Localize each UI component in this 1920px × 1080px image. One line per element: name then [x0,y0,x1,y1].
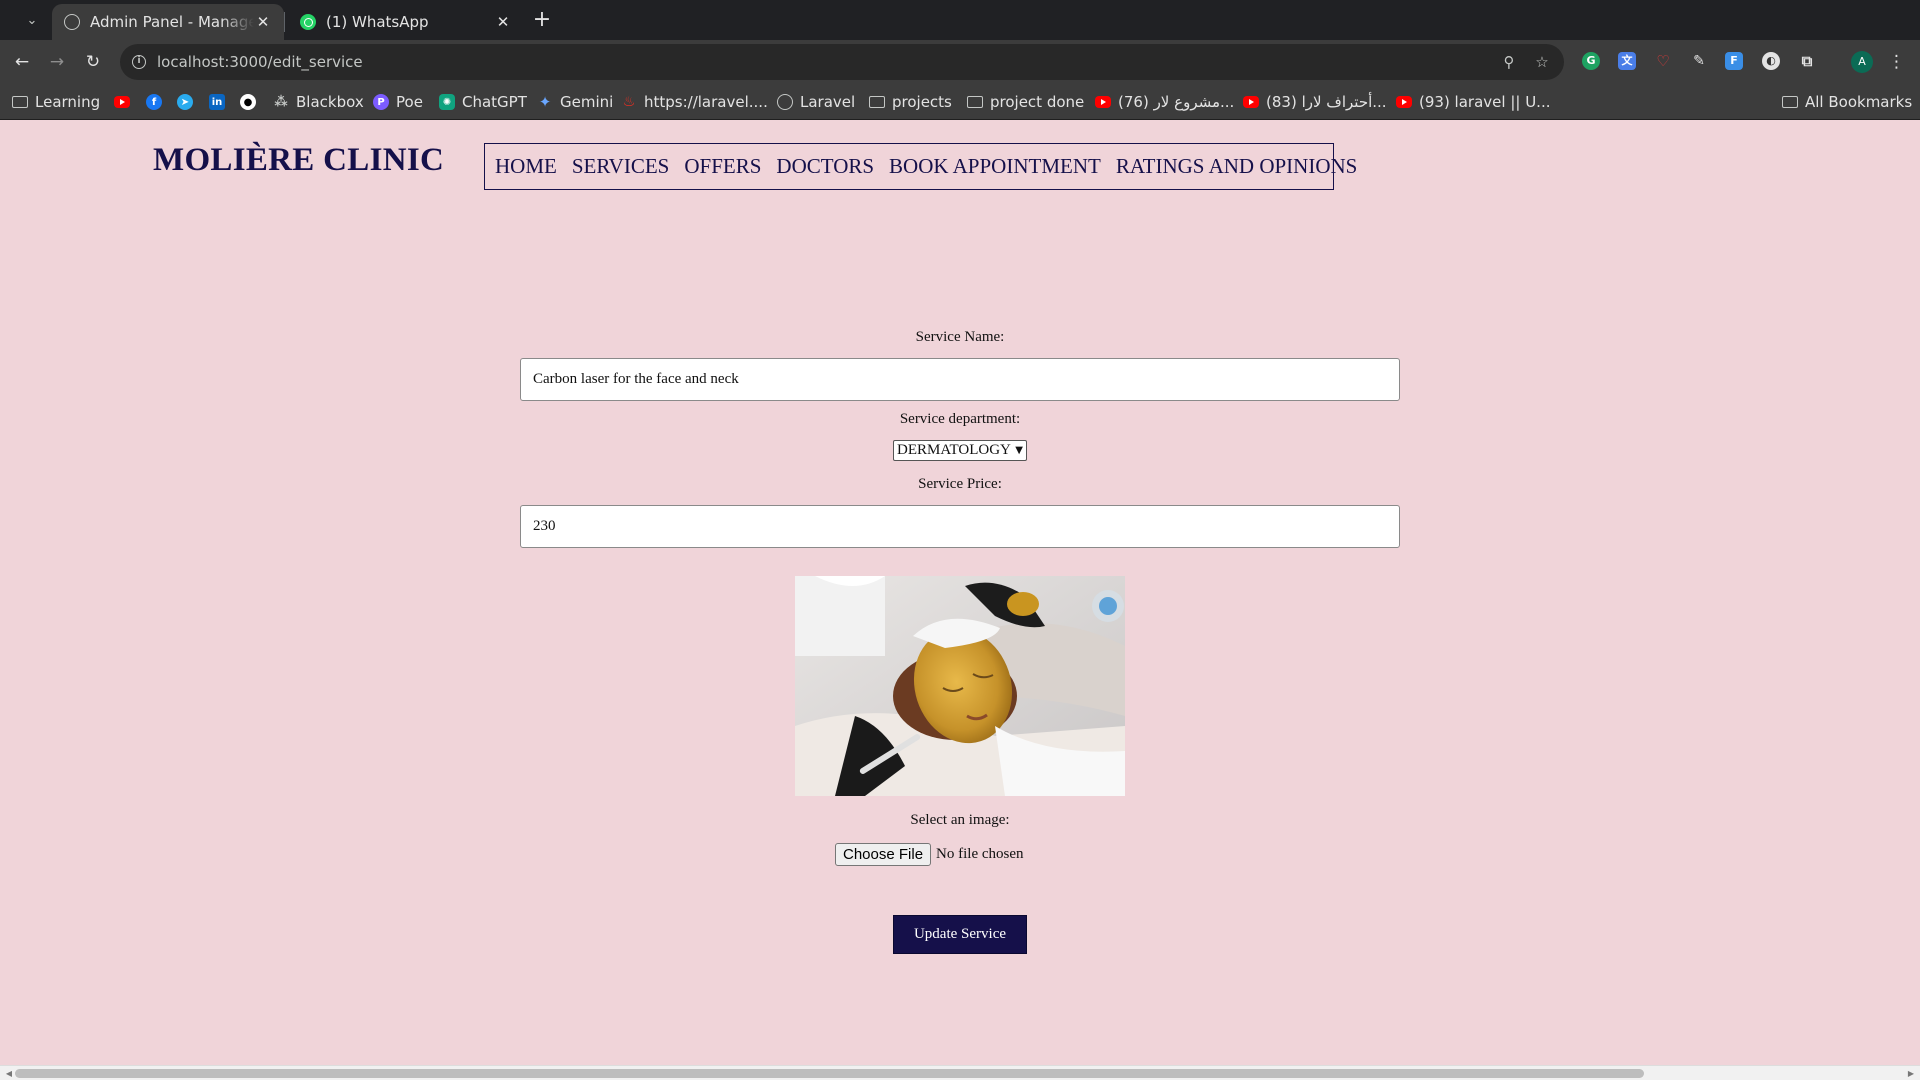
url-text[interactable]: localhost:3000/edit_service [157,53,363,71]
tab-title: Admin Panel - Manage Se [90,13,254,31]
bookmark-project-done[interactable]: project done [967,84,1084,120]
folder-icon [967,96,983,108]
youtube-icon [114,96,130,108]
bookmark-star-icon[interactable]: ☆ [1532,52,1552,72]
browser-menu-icon[interactable]: ⋮ [1888,50,1905,74]
blackbox-icon: ⁂ [274,94,288,110]
folder-icon [869,96,885,108]
scroll-left-icon[interactable]: ◀ [2,1068,16,1079]
nav-home[interactable]: HOME [495,154,557,179]
bookmark-yt-76[interactable]: (76) مشروع لار... [1095,84,1234,120]
bookmark-blackbox[interactable]: ⁂ Blackbox [273,84,363,120]
translate-extension-icon[interactable]: 文 [1618,52,1636,70]
nav-offers[interactable]: OFFERS [684,154,761,179]
close-tab-icon[interactable]: ✕ [254,13,272,31]
profile-avatar[interactable]: A [1851,51,1873,73]
facebook-icon: f [146,94,162,110]
zoom-icon[interactable]: ⚲ [1499,52,1519,72]
bookmark-gemini[interactable]: ✦ Gemini [537,84,614,120]
file-status-text: No file chosen [936,845,1024,862]
all-bookmarks[interactable]: All Bookmarks [1782,84,1912,120]
bookmark-laravel-url[interactable]: ♨ https://laravel.... [621,84,768,120]
bookmark-yt-83[interactable]: (83) أحتراف لارا... [1243,84,1387,120]
laravel-icon: ♨ [622,94,636,110]
service-name-label: Service Name: [915,329,1005,345]
choose-file-button[interactable]: Choose File [835,842,932,866]
horizontal-scrollbar[interactable]: ◀ ▶ [0,1065,1920,1080]
bookmark-projects[interactable]: projects [869,84,952,120]
reload-icon[interactable]: ↻ [81,50,105,74]
tab-separator [284,12,285,32]
chevron-down-icon: ▼ [1015,445,1023,456]
heart-extension-icon[interactable]: ♡ [1654,52,1672,70]
bookmark-yt-93[interactable]: (93) laravel || U... [1396,84,1550,120]
bookmark-github[interactable]: ● [240,84,263,120]
service-price-label: Service Price: [918,476,1002,492]
selected-department: DERMATOLOGY [897,442,1011,458]
globe-icon [777,94,793,110]
tab-whatsapp[interactable]: (1) WhatsApp ✕ [288,4,524,40]
bookmarks-bar: Learning f ➤ in ● ⁂ Blackbox P Poe ✺ ChatGP… [0,84,1920,120]
page-content: MOLIÈRE CLINIC HOME SERVICES OFFERS DOCT… [0,120,1920,1065]
color-picker-extension-icon[interactable]: ✎ [1690,52,1708,70]
youtube-icon [1095,96,1111,108]
main-nav: HOME SERVICES OFFERS DOCTORS BOOK APPOIN… [484,143,1357,190]
telegram-icon: ➤ [177,94,193,110]
browser-tabstrip: ⌄ Admin Panel - Manage Se ✕ (1) WhatsApp… [0,0,1920,40]
scroll-right-icon[interactable]: ▶ [1904,1068,1918,1079]
poe-icon: P [373,94,389,110]
address-bar[interactable]: i localhost:3000/edit_service ⚲ ☆ [120,44,1564,80]
forward-arrow-icon[interactable]: → [45,50,69,74]
bookmark-poe[interactable]: P Poe [373,84,423,120]
close-tab-icon[interactable]: ✕ [494,13,512,31]
nav-services[interactable]: SERVICES [572,154,670,179]
bookmark-chatgpt[interactable]: ✺ ChatGPT [439,84,527,120]
bookmark-linkedin[interactable]: in [209,84,232,120]
tab-title: (1) WhatsApp [326,13,429,31]
fi-extension-icon[interactable]: F [1725,52,1743,70]
circle-extension-icon[interactable]: ◐ [1762,52,1780,70]
back-arrow-icon[interactable]: ← [10,50,34,74]
bookmark-laravel[interactable]: Laravel [777,84,855,120]
service-department-select[interactable]: DERMATOLOGY ▼ [893,440,1027,461]
github-icon: ● [240,94,256,110]
linkedin-icon: in [209,94,225,110]
update-service-button[interactable]: Update Service [893,915,1027,954]
nav-book-appointment[interactable]: BOOK APPOINTMENT [889,154,1101,179]
bookmark-youtube[interactable] [114,84,137,120]
site-brand[interactable]: MOLIÈRE CLINIC [153,142,444,179]
grammarly-extension-icon[interactable]: G [1582,52,1600,70]
service-department-label: Service department: [899,411,1021,427]
nav-ratings-and-opinions[interactable]: RATINGS AND OPINIONS [1116,154,1358,179]
nav-doctors[interactable]: DOCTORS [776,154,874,179]
bookmark-facebook[interactable]: f [146,84,169,120]
select-image-label: Select an image: [910,812,1010,828]
tab-admin-panel[interactable]: Admin Panel - Manage Se ✕ [52,4,284,40]
new-tab-button[interactable]: + [530,6,554,34]
scrollbar-thumb[interactable] [15,1069,1644,1078]
folder-icon [12,96,28,108]
bookmark-learning[interactable]: Learning [12,84,100,120]
facial-treatment-photo [795,576,1125,796]
extensions-puzzle-icon[interactable]: ⧉ [1798,52,1816,70]
tab-search-chevron-icon[interactable]: ⌄ [20,8,44,32]
service-image-preview [795,576,1125,796]
service-name-input[interactable] [520,358,1400,401]
folder-icon [1782,96,1798,108]
globe-icon [64,14,80,30]
youtube-icon [1243,96,1259,108]
chatgpt-icon: ✺ [439,94,455,110]
bookmark-telegram[interactable]: ➤ [177,84,200,120]
file-input[interactable]: Choose File No file chosen [835,842,1024,866]
gemini-icon: ✦ [538,93,552,111]
youtube-icon [1396,96,1412,108]
service-price-input[interactable] [520,505,1400,548]
whatsapp-icon [300,14,316,30]
site-info-icon[interactable]: i [132,55,146,69]
